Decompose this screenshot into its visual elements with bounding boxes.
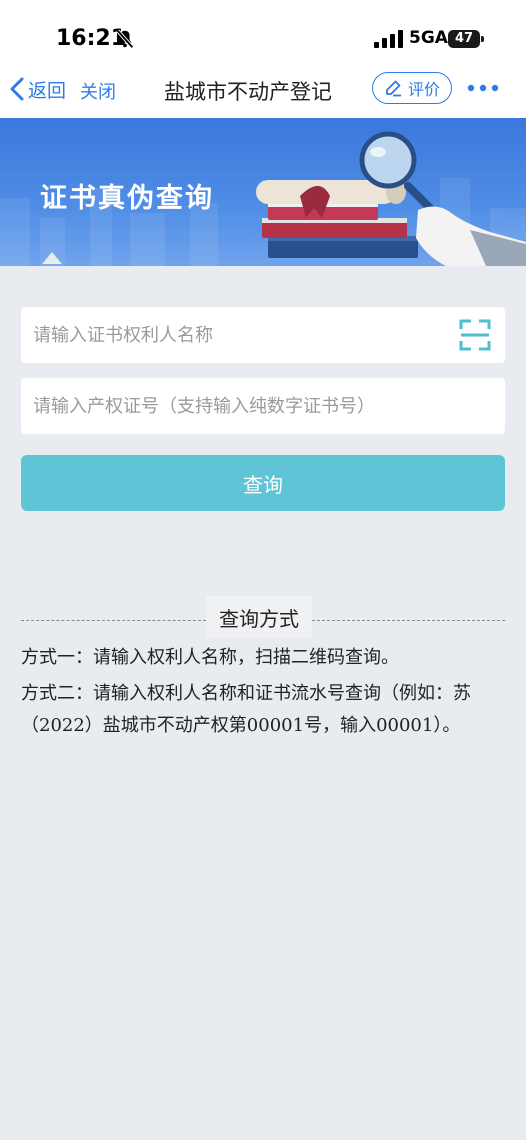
bell-muted-icon (116, 29, 134, 49)
banner: 证书真伪查询 (0, 118, 526, 266)
method-one-text: 方式一：请输入权利人名称，扫描二维码查询。 (21, 647, 399, 668)
battery-icon: 47 (448, 30, 484, 48)
banner-notch (42, 252, 62, 264)
divider-left (21, 620, 206, 621)
holder-name-field (21, 307, 505, 363)
divider-right (312, 620, 505, 621)
network-type: 5GA (409, 28, 448, 48)
more-icon[interactable] (466, 76, 500, 100)
back-button[interactable]: 返回 (8, 74, 66, 104)
nav-bar: 返回 关闭 盐城市不动产登记 评价 (0, 62, 526, 118)
method-title: 查询方式 (206, 596, 312, 638)
status-bar: 16:21 5GA 47 (0, 0, 526, 62)
signal-icon (374, 30, 403, 48)
close-button[interactable]: 关闭 (80, 78, 116, 104)
cert-number-input[interactable] (21, 378, 505, 434)
cert-number-field (21, 378, 505, 434)
scan-icon[interactable] (459, 319, 491, 351)
page-title: 盐城市不动产登记 (164, 80, 332, 104)
banner-title: 证书真伪查询 (40, 183, 214, 214)
method-two-text: 方式二：请输入权利人名称和证书流水号查询（例如：苏（2022）盐城市不动产权第0… (21, 683, 471, 736)
rate-label: 评价 (407, 80, 440, 99)
edit-icon (386, 80, 401, 97)
holder-name-input[interactable] (21, 307, 505, 363)
rate-button[interactable]: 评价 (372, 72, 452, 104)
back-label: 返回 (28, 79, 67, 102)
chevron-left-icon (10, 77, 24, 101)
query-button[interactable]: 查询 (21, 455, 505, 511)
battery-level: 47 (454, 31, 474, 46)
